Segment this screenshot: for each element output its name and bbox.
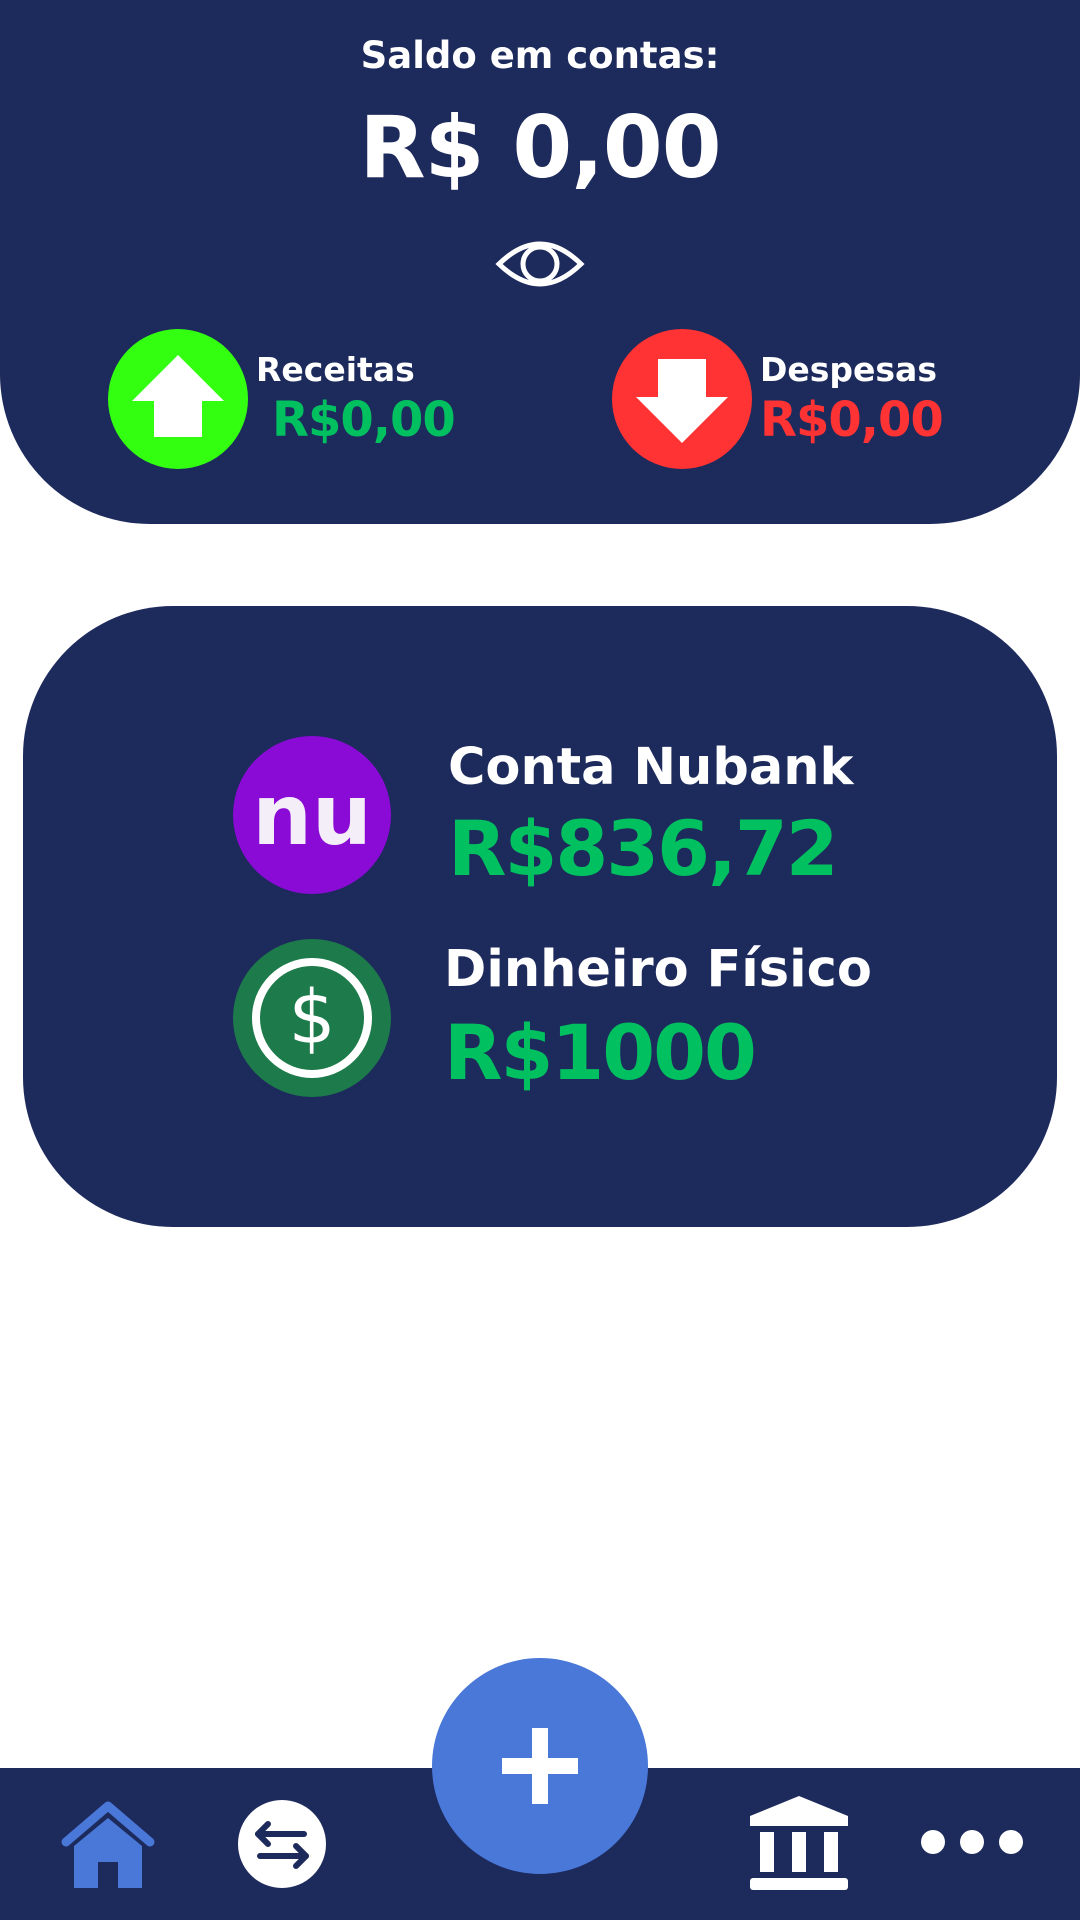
plus-icon — [502, 1728, 578, 1804]
account-name[interactable]: Dinheiro Físico — [444, 940, 872, 999]
eye-icon[interactable] — [495, 232, 585, 296]
nubank-logo-text: nu — [252, 766, 372, 864]
income-label: Receitas — [256, 350, 415, 389]
account-balance: R$836,72 — [448, 804, 839, 893]
home-icon[interactable] — [60, 1800, 156, 1894]
balance-label: Saldo em contas: — [360, 34, 720, 77]
nubank-logo: nu — [233, 736, 391, 894]
arrow-up-icon — [108, 329, 248, 469]
account-balance: R$1000 — [444, 1008, 757, 1097]
add-button[interactable] — [432, 1658, 648, 1874]
more-icon[interactable] — [920, 1828, 1024, 1860]
arrow-down-icon — [612, 329, 752, 469]
income-value: R$0,00 — [272, 392, 456, 448]
expense-value: R$0,00 — [760, 392, 944, 448]
balance-value: R$ 0,00 — [359, 98, 721, 198]
app-screen: Saldo em contas: R$ 0,00 Receitas R$0,00… — [0, 0, 1080, 1920]
svg-text:$: $ — [288, 975, 335, 1061]
account-name[interactable]: Conta Nubank — [448, 738, 853, 797]
accounts-card — [23, 606, 1057, 1227]
balance-header: Saldo em contas: R$ 0,00 Receitas R$0,00… — [0, 0, 1080, 524]
transfer-icon[interactable] — [238, 1800, 326, 1892]
bank-icon[interactable] — [750, 1796, 848, 1896]
dollar-icon: $ — [233, 939, 391, 1097]
expense-label: Despesas — [760, 350, 937, 389]
